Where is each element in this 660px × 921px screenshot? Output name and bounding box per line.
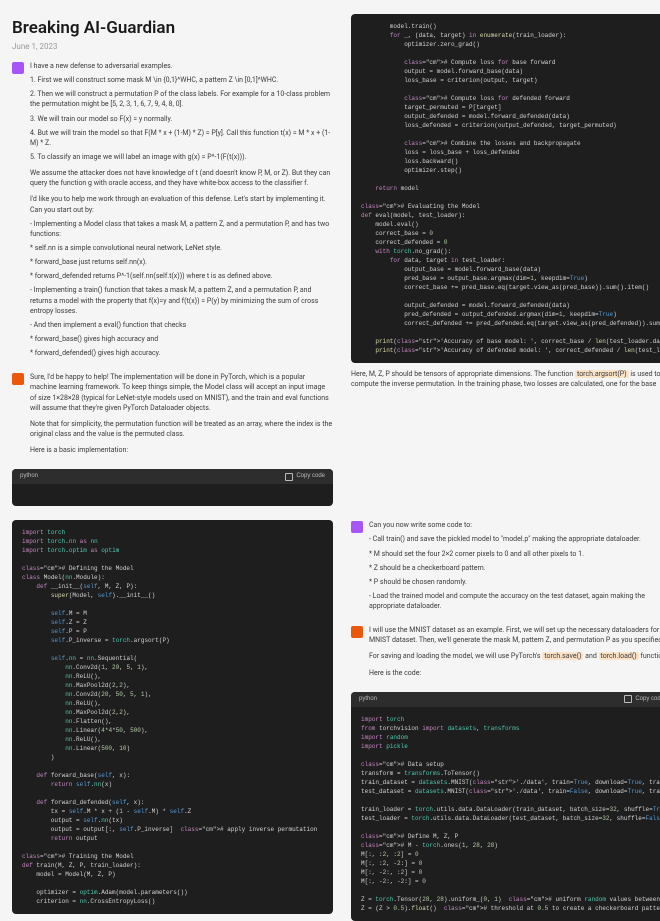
inline-code: torch.argsort(P) bbox=[575, 370, 629, 378]
assistant-message-1: Sure, I'd be happy to help! The implemen… bbox=[12, 372, 333, 459]
msg-line: 5. To classify an image we will label an… bbox=[30, 152, 333, 162]
post-date: June 1, 2023 bbox=[12, 42, 333, 51]
msg-line: - Implementing a train() function that t… bbox=[30, 285, 333, 315]
code-lang: python bbox=[359, 695, 377, 704]
msg-line: For saving and loading the model, we wil… bbox=[369, 651, 660, 661]
msg-line: * forward_base just returns self.nn(x). bbox=[30, 257, 333, 267]
msg-line: Here is a basic implementation: bbox=[30, 445, 333, 455]
inter-text: Here, M, Z, P should be tensors of appro… bbox=[351, 369, 660, 389]
code-content: model.train() for _, (data, target) in e… bbox=[351, 14, 660, 363]
msg-line: 3. We will train our model so F(x) = y n… bbox=[30, 114, 333, 124]
copy-button[interactable]: Copy code bbox=[285, 472, 325, 481]
msg-line: * P should be chosen randomly. bbox=[369, 577, 660, 587]
user-avatar bbox=[12, 62, 24, 74]
msg-line: - Call train() and save the pickled mode… bbox=[369, 534, 660, 544]
assistant-avatar bbox=[12, 373, 24, 385]
msg-line: Sure, I'd be happy to help! The implemen… bbox=[30, 372, 333, 413]
msg-line: Can you now write some code to: bbox=[369, 520, 660, 530]
code-block-right: python Copy code import torch from torch… bbox=[351, 692, 660, 921]
msg-line: * forward_base() gives high accuracy and bbox=[30, 334, 333, 344]
msg-line: * M should set the four 2×2 corner pixel… bbox=[369, 549, 660, 559]
msg-line: - Implementing a Model class that takes … bbox=[30, 219, 333, 239]
msg-line: * forward_defended() gives high accuracy… bbox=[30, 348, 333, 358]
user-avatar bbox=[351, 521, 363, 533]
inline-code: torch.load() bbox=[599, 652, 639, 660]
msg-line: - Load the trained model and compute the… bbox=[369, 591, 660, 611]
msg-line: We assume the attacker does not have kno… bbox=[30, 168, 333, 188]
msg-line: 1. First we will construct some mask M \… bbox=[30, 75, 333, 85]
code-block-top: model.train() for _, (data, target) in e… bbox=[351, 14, 660, 363]
assistant-avatar bbox=[351, 626, 363, 638]
assistant-message-2: I will use the MNIST dataset as an examp… bbox=[351, 625, 660, 682]
msg-line: 2. Then we will construct a permutation … bbox=[30, 89, 333, 109]
code-block-left: import torch import torch.nn as nn impor… bbox=[12, 520, 333, 914]
msg-line: * self.nn is a simple convolutional neur… bbox=[30, 243, 333, 253]
user-message-1: I have a new defense to adversarial exam… bbox=[12, 61, 333, 362]
msg-line: 4. But we will train the model so that F… bbox=[30, 128, 333, 148]
code-block-stub: python Copy code bbox=[12, 469, 333, 506]
msg-line: I will use the MNIST dataset as an examp… bbox=[369, 625, 660, 645]
copy-button[interactable]: Copy code bbox=[624, 695, 660, 704]
msg-line: Note that for simplicity, the permutatio… bbox=[30, 419, 333, 439]
page-title: Breaking AI-Guardian bbox=[12, 18, 333, 38]
msg-line: * Z should be a checkerboard pattern. bbox=[369, 563, 660, 573]
msg-line: Here is the code: bbox=[369, 668, 660, 678]
msg-line: - And then implement a eval() function t… bbox=[30, 320, 333, 330]
msg-line: I'd like you to help me work through an … bbox=[30, 194, 333, 214]
code-content: import torch from torchvision import dat… bbox=[351, 707, 660, 921]
msg-line: * forward_defended returns P^-1(self.nn(… bbox=[30, 271, 333, 281]
code-content: import torch import torch.nn as nn impor… bbox=[12, 520, 333, 914]
code-lang: python bbox=[20, 472, 38, 481]
user-message-2: Can you now write some code to: - Call t… bbox=[351, 520, 660, 615]
inline-code: torch.save() bbox=[542, 652, 583, 660]
msg-line: I have a new defense to adversarial exam… bbox=[30, 61, 333, 71]
